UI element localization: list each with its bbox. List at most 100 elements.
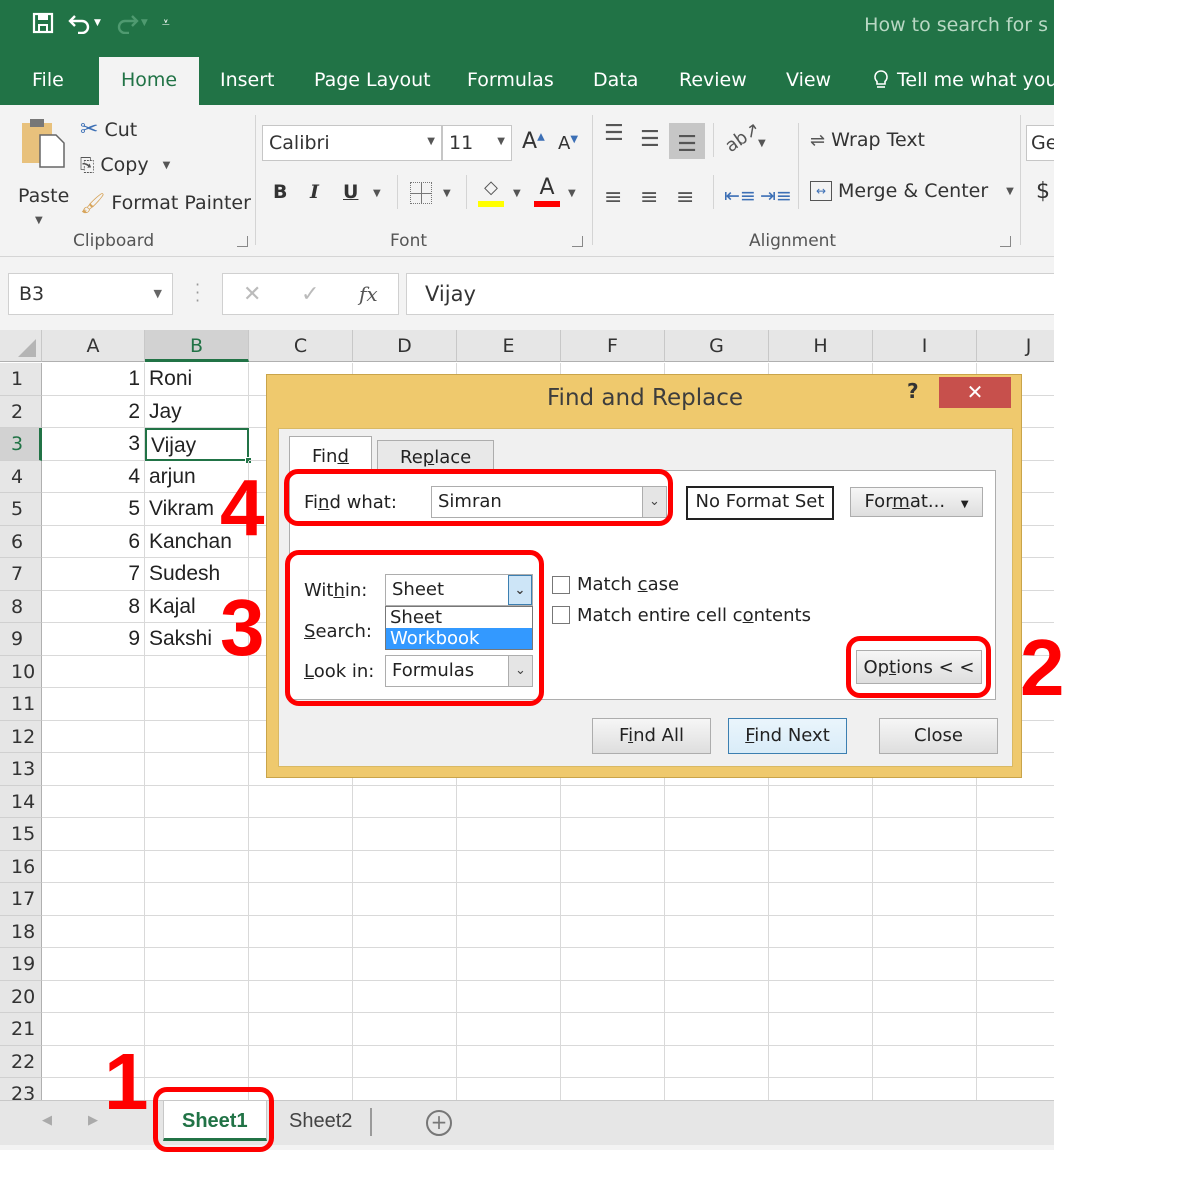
middle-align-icon[interactable]: ☰ <box>640 129 660 151</box>
cell-f20[interactable] <box>561 980 665 1013</box>
chevron-down-icon[interactable]: ⌄ <box>642 487 666 517</box>
tab-page-layout[interactable]: Page Layout <box>314 69 431 91</box>
add-sheet-icon[interactable]: + <box>426 1110 452 1136</box>
tab-formulas[interactable]: Formulas <box>467 69 554 91</box>
cell-a13[interactable] <box>42 753 145 786</box>
within-select[interactable]: Sheet ⌄ <box>385 574 533 606</box>
cell-j15[interactable] <box>977 818 1054 851</box>
cell-f22[interactable] <box>561 1045 665 1078</box>
cell-j14[interactable] <box>977 786 1054 818</box>
cell-j17[interactable] <box>977 883 1054 916</box>
cell-g17[interactable] <box>665 883 769 916</box>
currency-button[interactable]: $ <box>1036 179 1050 204</box>
column-header-g[interactable]: G <box>665 330 769 362</box>
cell-c16[interactable] <box>249 850 353 883</box>
cell-i16[interactable] <box>873 850 977 883</box>
row-header[interactable]: 1 <box>0 363 42 396</box>
column-header-h[interactable]: H <box>769 330 873 362</box>
borders-icon[interactable] <box>410 182 432 204</box>
cell-e15[interactable] <box>457 818 561 851</box>
cell-g14[interactable] <box>665 785 769 818</box>
cell-b1[interactable]: Roni <box>145 363 249 396</box>
align-right-icon[interactable]: ≡ <box>676 185 694 210</box>
cancel-icon[interactable]: ✕ <box>243 282 261 307</box>
cell-a10[interactable] <box>42 655 145 688</box>
format-painter-button[interactable]: 🖌 Format Painter <box>80 191 251 215</box>
cell-a12[interactable] <box>42 720 145 753</box>
borders-dropdown-icon[interactable]: ▼ <box>443 188 451 199</box>
cell-a5[interactable]: 5 <box>42 493 145 526</box>
cut-button[interactable]: ✂ Cut <box>80 117 137 142</box>
cell-a14[interactable] <box>42 785 145 818</box>
cell-d17[interactable] <box>353 883 457 916</box>
cell-j19[interactable] <box>977 948 1054 981</box>
column-header-e[interactable]: E <box>457 330 561 362</box>
tab-replace[interactable]: Replace <box>377 440 495 471</box>
cell-d14[interactable] <box>353 785 457 818</box>
cell-a16[interactable] <box>42 850 145 883</box>
cell-a17[interactable] <box>42 883 145 916</box>
cell-a19[interactable] <box>42 948 145 981</box>
cell-i14[interactable] <box>873 785 977 818</box>
cell-b19[interactable] <box>145 948 249 981</box>
tab-review[interactable]: Review <box>679 69 747 91</box>
row-header[interactable]: 20 <box>0 980 42 1013</box>
cell-c17[interactable] <box>249 883 353 916</box>
cell-a11[interactable] <box>42 688 145 721</box>
cell-h14[interactable] <box>769 785 873 818</box>
cell-h16[interactable] <box>769 850 873 883</box>
cell-d15[interactable] <box>353 818 457 851</box>
row-header[interactable]: 4 <box>0 460 42 493</box>
row-header[interactable]: 13 <box>0 753 42 786</box>
cell-a3[interactable]: 3 <box>42 428 145 461</box>
cell-f16[interactable] <box>561 850 665 883</box>
paste-dropdown-icon[interactable]: ▼ <box>35 215 43 226</box>
cell-e14[interactable] <box>457 785 561 818</box>
tab-insert[interactable]: Insert <box>220 69 275 91</box>
options-button[interactable]: Options < < <box>856 650 982 684</box>
close-button[interactable]: Close <box>879 718 998 754</box>
cell-a20[interactable] <box>42 980 145 1013</box>
cell-i18[interactable] <box>873 915 977 948</box>
align-center-icon[interactable]: ≡ <box>640 185 658 210</box>
row-header[interactable]: 14 <box>0 785 42 818</box>
sheet-tab-sheet2[interactable]: Sheet2 <box>271 1101 370 1141</box>
cell-g18[interactable] <box>665 915 769 948</box>
bold-button[interactable]: B <box>273 181 287 203</box>
find-all-button[interactable]: Find All <box>592 718 711 754</box>
cell-e20[interactable] <box>457 980 561 1013</box>
formula-input[interactable]: Vijay <box>406 273 1054 315</box>
cell-c19[interactable] <box>249 948 353 981</box>
cell-e16[interactable] <box>457 850 561 883</box>
row-header[interactable]: 10 <box>0 655 42 688</box>
row-header[interactable]: 22 <box>0 1045 42 1078</box>
undo-icon[interactable]: ▼ <box>68 12 101 34</box>
help-icon[interactable]: ? <box>907 379 919 403</box>
cell-b14[interactable] <box>145 785 249 818</box>
cell-b16[interactable] <box>145 850 249 883</box>
increase-indent-icon[interactable]: ⇥≡ <box>760 185 792 207</box>
cell-c18[interactable] <box>249 915 353 948</box>
row-header[interactable]: 7 <box>0 558 42 591</box>
match-case-label[interactable]: Match case <box>577 574 679 595</box>
cell-g15[interactable] <box>665 818 769 851</box>
cell-c20[interactable] <box>249 980 353 1013</box>
sheet-tab-sheet1[interactable]: Sheet1 <box>163 1101 267 1141</box>
row-header[interactable]: 18 <box>0 915 42 948</box>
column-header-i[interactable]: I <box>873 330 977 362</box>
cell-a1[interactable]: 1 <box>42 363 145 396</box>
column-header-a[interactable]: A <box>42 330 145 362</box>
column-header-b[interactable]: B <box>145 330 249 362</box>
column-header-f[interactable]: F <box>561 330 665 362</box>
top-align-icon[interactable]: ☰ <box>604 123 624 145</box>
save-icon[interactable] <box>32 12 54 34</box>
cell-b2[interactable]: Jay <box>145 395 249 428</box>
cell-e19[interactable] <box>457 948 561 981</box>
decrease-font-icon[interactable]: A▼ <box>558 133 578 154</box>
cell-d18[interactable] <box>353 915 457 948</box>
cell-b12[interactable] <box>145 720 249 753</box>
tab-data[interactable]: Data <box>593 69 638 91</box>
cell-a18[interactable] <box>42 915 145 948</box>
row-header[interactable]: 15 <box>0 818 42 851</box>
cell-a8[interactable]: 8 <box>42 590 145 623</box>
